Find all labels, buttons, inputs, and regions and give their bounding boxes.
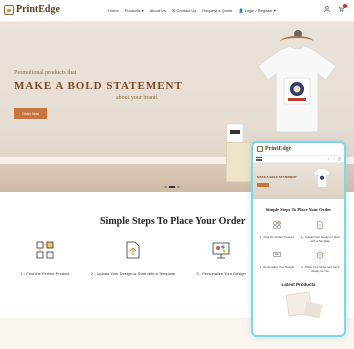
carousel-dot-active[interactable] [169,186,175,188]
mobile-hero: MAKE A BOLD STATEMENT [253,163,344,199]
hero-line-1: Promotional products that [14,70,77,76]
mobile-preview: PrintEdge ⌕ ◔ ◫ MAKE A BOLD STATEMENT Si… [251,141,346,337]
mobile-step-4: 4 - Place Your Order and Get It Ready fo… [300,246,342,273]
nav-products[interactable]: Products ▾ [125,8,144,13]
carousel-dots[interactable] [164,186,180,188]
step-1: 1 - Find the Perfect Product [0,240,90,277]
hamburger-icon[interactable] [256,157,262,161]
upload-document-icon [317,221,323,229]
mobile-step-1-label: 1 - Find the Perfect Product [259,235,294,239]
order-box-icon [317,251,324,260]
mobile-step-1: 1 - Find the Perfect Product [256,216,298,243]
paint-palette-icon [273,252,281,258]
product-grid-icon [273,221,281,229]
mobile-search-icon[interactable]: ⌕ [328,157,330,161]
site-header: PrintEdge Home Products ▾ About Us ✉ Con… [0,0,354,22]
tshirt-image [257,46,337,133]
product-grid-icon [36,241,54,259]
logo-mark-icon [4,4,14,15]
mobile-latest-products [253,290,344,333]
carousel-dot[interactable] [164,186,167,188]
hero-headline: MAKE A BOLD STATEMENT [14,80,183,92]
mobile-steps-title: Simple Steps To Place Your Order [265,207,332,212]
mobile-step-3-label: 3 - Personalize Your Design [259,265,294,270]
cart-button[interactable] [338,4,347,14]
mobile-header: PrintEdge [253,143,344,155]
hero-line-3: about your brand. [116,95,159,101]
carousel-dot[interactable] [177,186,180,188]
logo-text: PrintEdge [16,4,60,15]
mobile-step-3: 3 - Personalize Your Design [256,246,298,273]
mobile-order-button[interactable] [257,183,269,187]
steps-title: Simple Steps To Place Your Order [100,216,246,227]
step-1-label: 1 - Find the Perfect Product [20,271,70,276]
mobile-cart-icon[interactable]: ◫ [338,157,341,161]
mobile-logo-text: PrintEdge [265,146,292,152]
nav-login[interactable]: 👤 Login / Register ▾ [239,8,276,13]
paint-palette-icon [212,242,230,259]
mobile-step-2-label: 2 - Upload Your Design or Start with a T… [300,235,340,243]
mobile-latest-title: Latest Products [281,281,316,287]
step-2-label: 2 - Upload Your Design or Start with a T… [90,271,176,276]
cart-count-badge [343,4,347,8]
order-now-button[interactable]: Order Now [14,108,47,119]
mobile-steps-grid: 1 - Find the Perfect Product 2 - Upload … [253,212,344,274]
nav-quote[interactable]: Request a Quote [202,8,232,13]
mobile-user-icon[interactable]: ◔ [333,157,335,161]
main-nav: Home Products ▾ About Us ✉ Contact Us Re… [108,8,276,13]
user-icon[interactable] [324,6,330,12]
nav-about[interactable]: About Us [150,8,166,13]
nav-contact[interactable]: ✉ Contact Us [172,8,196,13]
mobile-step-4-label: 4 - Place Your Order and Get It Ready fo… [301,265,340,273]
upload-document-icon [126,241,140,259]
nav-home[interactable]: Home [108,8,119,13]
mobile-step-2: 2 - Upload Your Design or Start with a T… [300,216,342,243]
mobile-tshirt-image [313,168,331,188]
step-2: 2 - Upload Your Design or Start with a T… [88,240,178,277]
header-icons [324,4,347,14]
logo[interactable]: PrintEdge [4,4,60,15]
mobile-product-card[interactable] [303,300,323,319]
mobile-hero-headline: MAKE A BOLD STATEMENT [257,175,297,179]
mobile-nav: ⌕ ◔ ◫ [253,155,344,163]
mobile-logo-icon [257,146,263,152]
